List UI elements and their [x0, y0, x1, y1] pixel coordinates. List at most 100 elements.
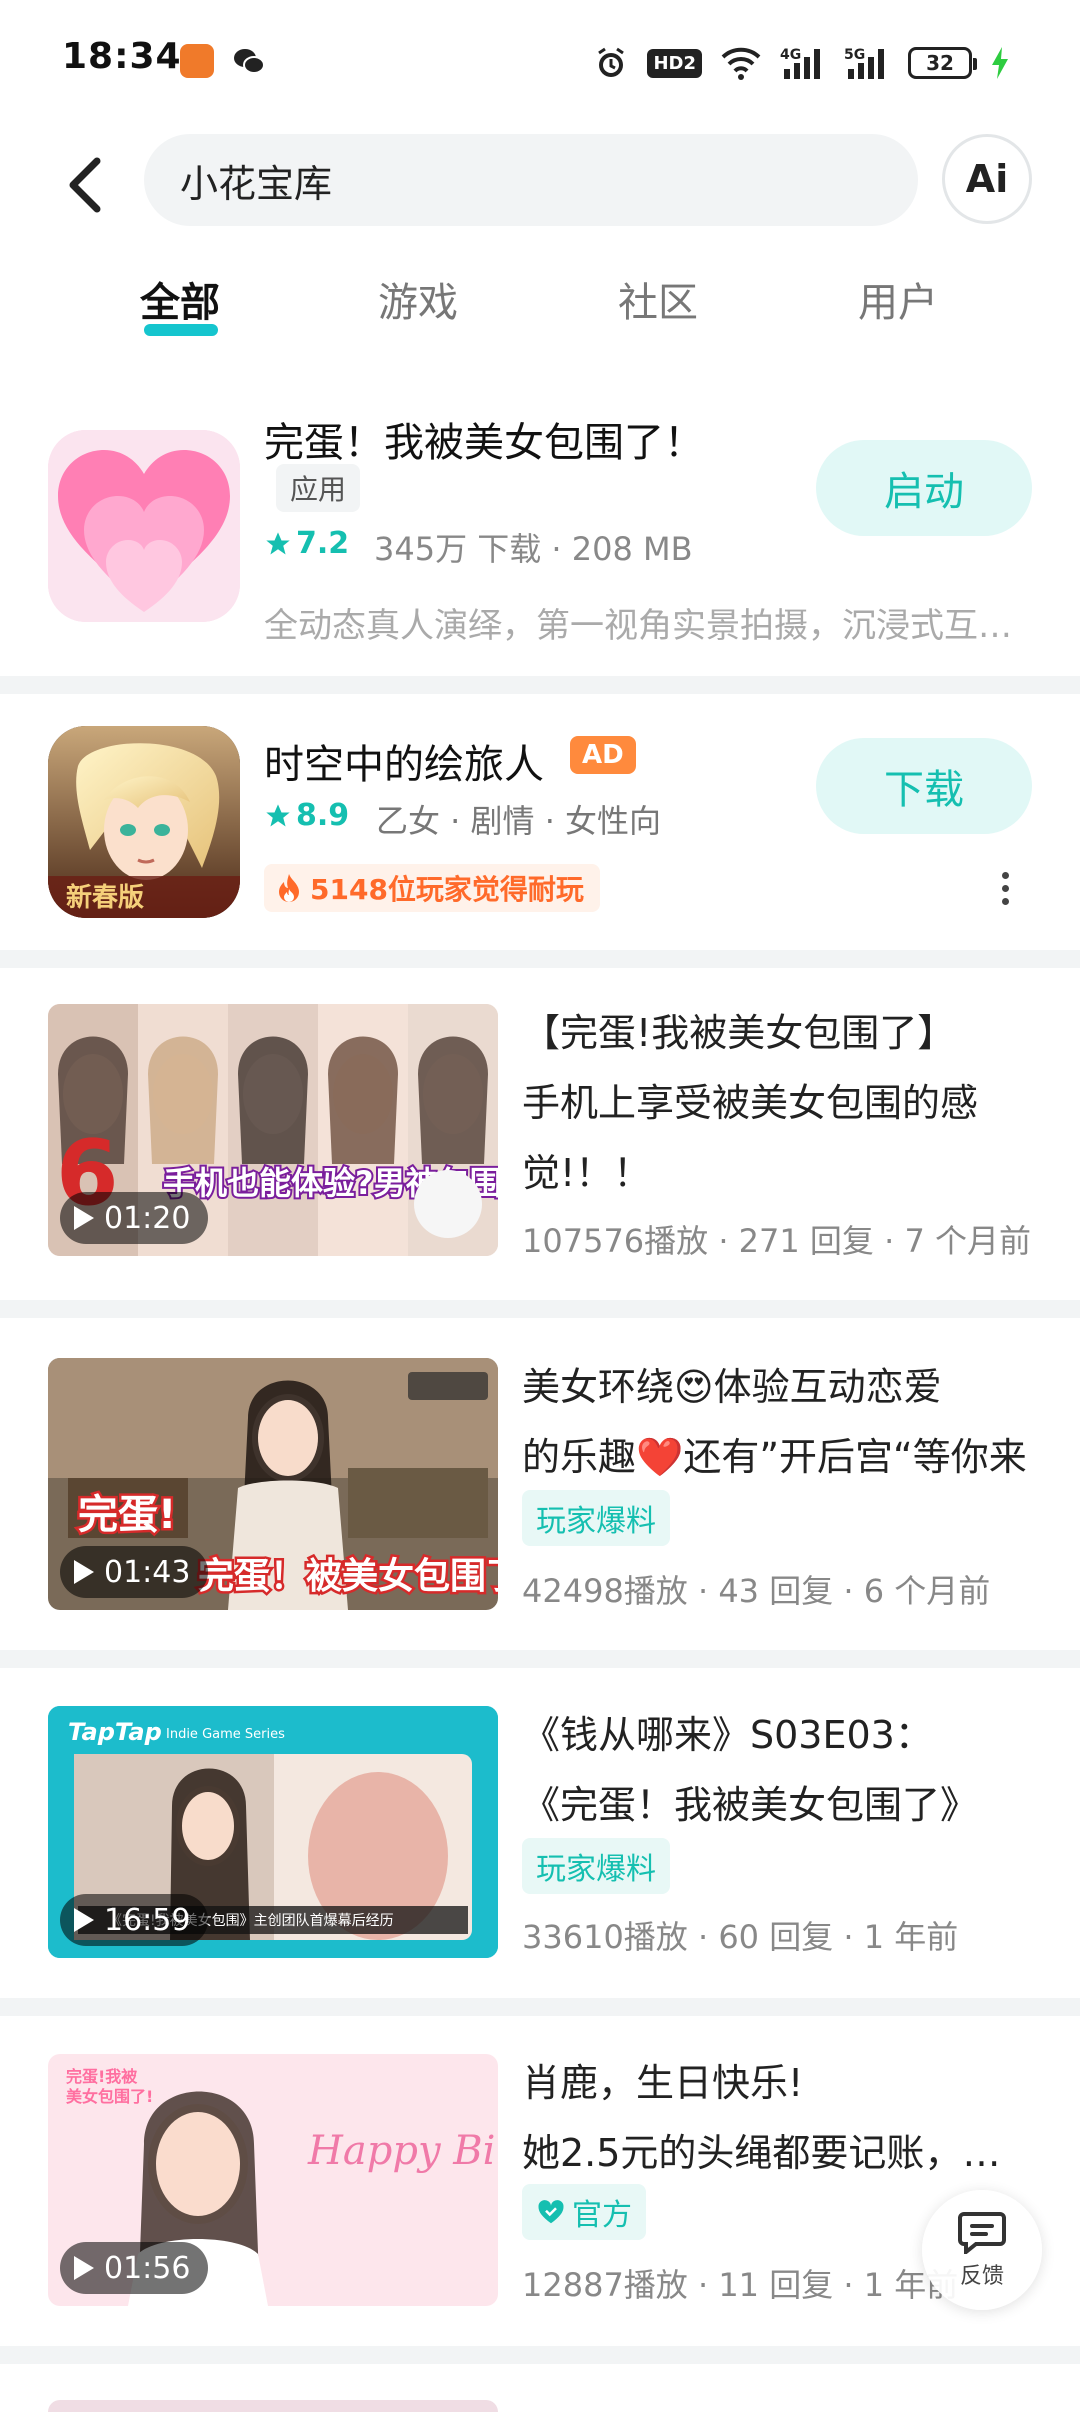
video-duration: 01:20: [60, 1192, 209, 1244]
star-icon: [266, 803, 290, 826]
feedback-button[interactable]: 反馈: [922, 2190, 1042, 2310]
status-icons: HD2 4G 5G 32: [593, 38, 1010, 88]
ai-button[interactable]: Ai: [942, 134, 1032, 224]
video-title-line: 她2.5元的头绳都要记账，真是: [522, 2131, 1032, 2175]
video-post-card[interactable]: 完蛋!我被 美女包围了! Happy Birthday 01:56 肖鹿，生日快…: [0, 2054, 1080, 2384]
app-icon-heart: [48, 430, 240, 622]
video-thumbnail[interactable]: TapTap Indie Game Series 《完蛋!我被美女包围》主创团队…: [48, 1706, 498, 1958]
svg-text:美女包围了!: 美女包围了!: [66, 2087, 153, 2106]
thumb-brand: TapTap: [68, 1718, 162, 1746]
notification-app-icon: [180, 44, 214, 78]
category-tabs: 全部 游戏 社区 用户: [0, 270, 1080, 350]
video-title-line: 肖鹿，生日快乐!: [522, 2061, 804, 2105]
status-bar: 18:34 HD2 4G 5G 32: [0, 0, 1080, 120]
thumb-series: Indie Game Series: [166, 1727, 285, 1742]
feedback-icon: [958, 2212, 1006, 2254]
search-header: 小花宝库 Ai: [0, 130, 1080, 230]
video-duration: 16:59: [60, 1894, 209, 1946]
play-icon: [74, 1908, 94, 1932]
charging-icon: [990, 45, 1010, 81]
app-title[interactable]: 时空中的绘旅人: [264, 732, 544, 790]
battery-indicator: 32: [908, 47, 977, 79]
video-post-card[interactable]: 手机也能体验?男神包围你 6 01:20 【完蛋!我被美女包围了】 手机上享受被…: [0, 1004, 1080, 1334]
next-video-thumbnail-peek: [48, 2400, 498, 2412]
tab-users[interactable]: 用户: [858, 270, 938, 328]
app-title[interactable]: 完蛋！我被美女包围了！: [264, 410, 704, 468]
duration-text: 01:56: [104, 2250, 191, 2286]
hot-tag: 5148位玩家觉得耐玩: [264, 864, 600, 912]
video-title-line: 【完蛋!我被美女包围了】: [522, 1011, 956, 1055]
section-divider: [0, 2346, 1080, 2364]
official-heart-icon: [538, 2200, 564, 2224]
svg-text:5G: 5G: [844, 47, 865, 63]
section-divider: [0, 1650, 1080, 1668]
video-tag[interactable]: 玩家爆料: [522, 1838, 670, 1894]
tab-community[interactable]: 社区: [618, 270, 698, 328]
download-button[interactable]: 下载: [816, 738, 1032, 834]
section-divider: [0, 676, 1080, 694]
play-icon: [74, 1206, 94, 1230]
alarm-icon: [593, 45, 629, 81]
app-description: 全动态真人演绎，第一视角实景拍摄，沉浸式互动恋爱: [264, 606, 1024, 646]
video-title-line: 的乐趣❤️还有”开后宫“等你来: [522, 1435, 1027, 1479]
ad-badge: AD: [570, 736, 636, 774]
video-thumbnail[interactable]: 手机也能体验?男神包围你 6 01:20: [48, 1004, 498, 1256]
app-icon-game-art: 新春版: [48, 726, 240, 918]
app-genres: 乙女 · 剧情 · 女性向: [376, 802, 662, 840]
thumb-text: 完蛋！被美女包围了！: [198, 1556, 498, 1597]
app-type-tag: 应用: [276, 464, 361, 512]
video-title-line: 觉!！！: [522, 1151, 652, 1195]
app-downloads: 345万 下载 · 208 MB: [374, 530, 693, 568]
video-title-line: 《完蛋！我被美女包围了》: [522, 1783, 979, 1827]
launch-button[interactable]: 启动: [816, 440, 1032, 536]
duration-text: 16:59: [104, 1902, 191, 1938]
video-title-line: 美女环绕😍体验互动恋爱: [522, 1365, 942, 1409]
back-arrow-icon: [69, 157, 101, 213]
tab-all[interactable]: 全部: [140, 270, 220, 328]
video-duration: 01:56: [60, 2242, 209, 2294]
app-rating: 8.9: [264, 798, 349, 833]
app-rating-value: 8.9: [296, 798, 350, 833]
back-button[interactable]: [50, 150, 120, 220]
video-thumbnail[interactable]: 完蛋! 完蛋！被美女包围了！ 01:43: [48, 1358, 498, 1610]
fire-icon: [279, 874, 299, 902]
status-time: 18:34: [62, 36, 182, 77]
video-post-card[interactable]: TapTap Indie Game Series 《完蛋!我被美女包围》主创团队…: [0, 1706, 1080, 2036]
tab-active-indicator: [144, 324, 218, 336]
video-title[interactable]: 【完蛋!我被美女包围了】 手机上享受被美女包围的感 觉!！！: [522, 998, 1032, 1208]
video-thumbnail[interactable]: 完蛋!我被 美女包围了! Happy Birthday 01:56: [48, 2054, 498, 2306]
video-meta: 33610播放 · 60 回复 · 1 年前: [522, 1918, 959, 1956]
app-rating: 7.2: [264, 526, 349, 561]
video-title[interactable]: 《钱从哪来》S03E03： 《完蛋！我被美女包围了》: [522, 1700, 1032, 1840]
more-options-button[interactable]: [990, 868, 1020, 908]
thumb-text: Happy Birthday: [307, 2128, 498, 2174]
play-icon: [74, 1560, 94, 1584]
video-post-card[interactable]: 完蛋! 完蛋！被美女包围了！ 01:43 美女环绕😍体验互动恋爱 的乐趣❤️还有…: [0, 1358, 1080, 1688]
section-divider: [0, 950, 1080, 968]
app-rating-value: 7.2: [296, 526, 350, 561]
video-tag-official[interactable]: 官方: [522, 2184, 646, 2240]
svg-text:完蛋!我被: 完蛋!我被: [66, 2067, 138, 2086]
feedback-label: 反馈: [959, 2264, 1004, 2289]
ad-app-card[interactable]: 新春版 时空中的绘旅人 AD 8.9 乙女 · 剧情 · 女性向 5148位玩家…: [0, 694, 1080, 950]
duration-text: 01:43: [104, 1554, 191, 1590]
play-icon: [74, 2256, 94, 2280]
video-meta: 107576播放 · 271 回复 · 7 个月前: [522, 1222, 1031, 1260]
svg-text:4G: 4G: [780, 47, 801, 63]
app-result-card[interactable]: 完蛋！我被美女包围了！ 应用 7.2 345万 下载 · 208 MB 全动态真…: [0, 400, 1080, 676]
star-icon: [266, 531, 290, 554]
search-input[interactable]: 小花宝库: [144, 134, 918, 226]
tab-games[interactable]: 游戏: [378, 270, 458, 328]
video-title-line: 手机上享受被美女包围的感: [522, 1081, 979, 1125]
video-title[interactable]: 美女环绕😍体验互动恋爱 的乐趣❤️还有”开后宫“等你来: [522, 1352, 1032, 1492]
video-tag[interactable]: 玩家爆料: [522, 1490, 670, 1546]
video-tag-label: 官方: [572, 2198, 632, 2233]
video-title-line: 《钱从哪来》S03E03：: [522, 1713, 933, 1757]
hot-tag-text: 5148位玩家觉得耐玩: [310, 873, 584, 906]
video-duration: 01:43: [60, 1546, 209, 1598]
video-meta: 42498播放 · 43 回复 · 6 个月前: [522, 1572, 991, 1610]
svg-text:新春版: 新春版: [66, 882, 144, 913]
svg-text:完蛋!: 完蛋!: [78, 1492, 176, 1538]
hd-icon: HD2: [647, 48, 702, 78]
video-title[interactable]: 肖鹿，生日快乐! 她2.5元的头绳都要记账，真是: [522, 2048, 1032, 2188]
